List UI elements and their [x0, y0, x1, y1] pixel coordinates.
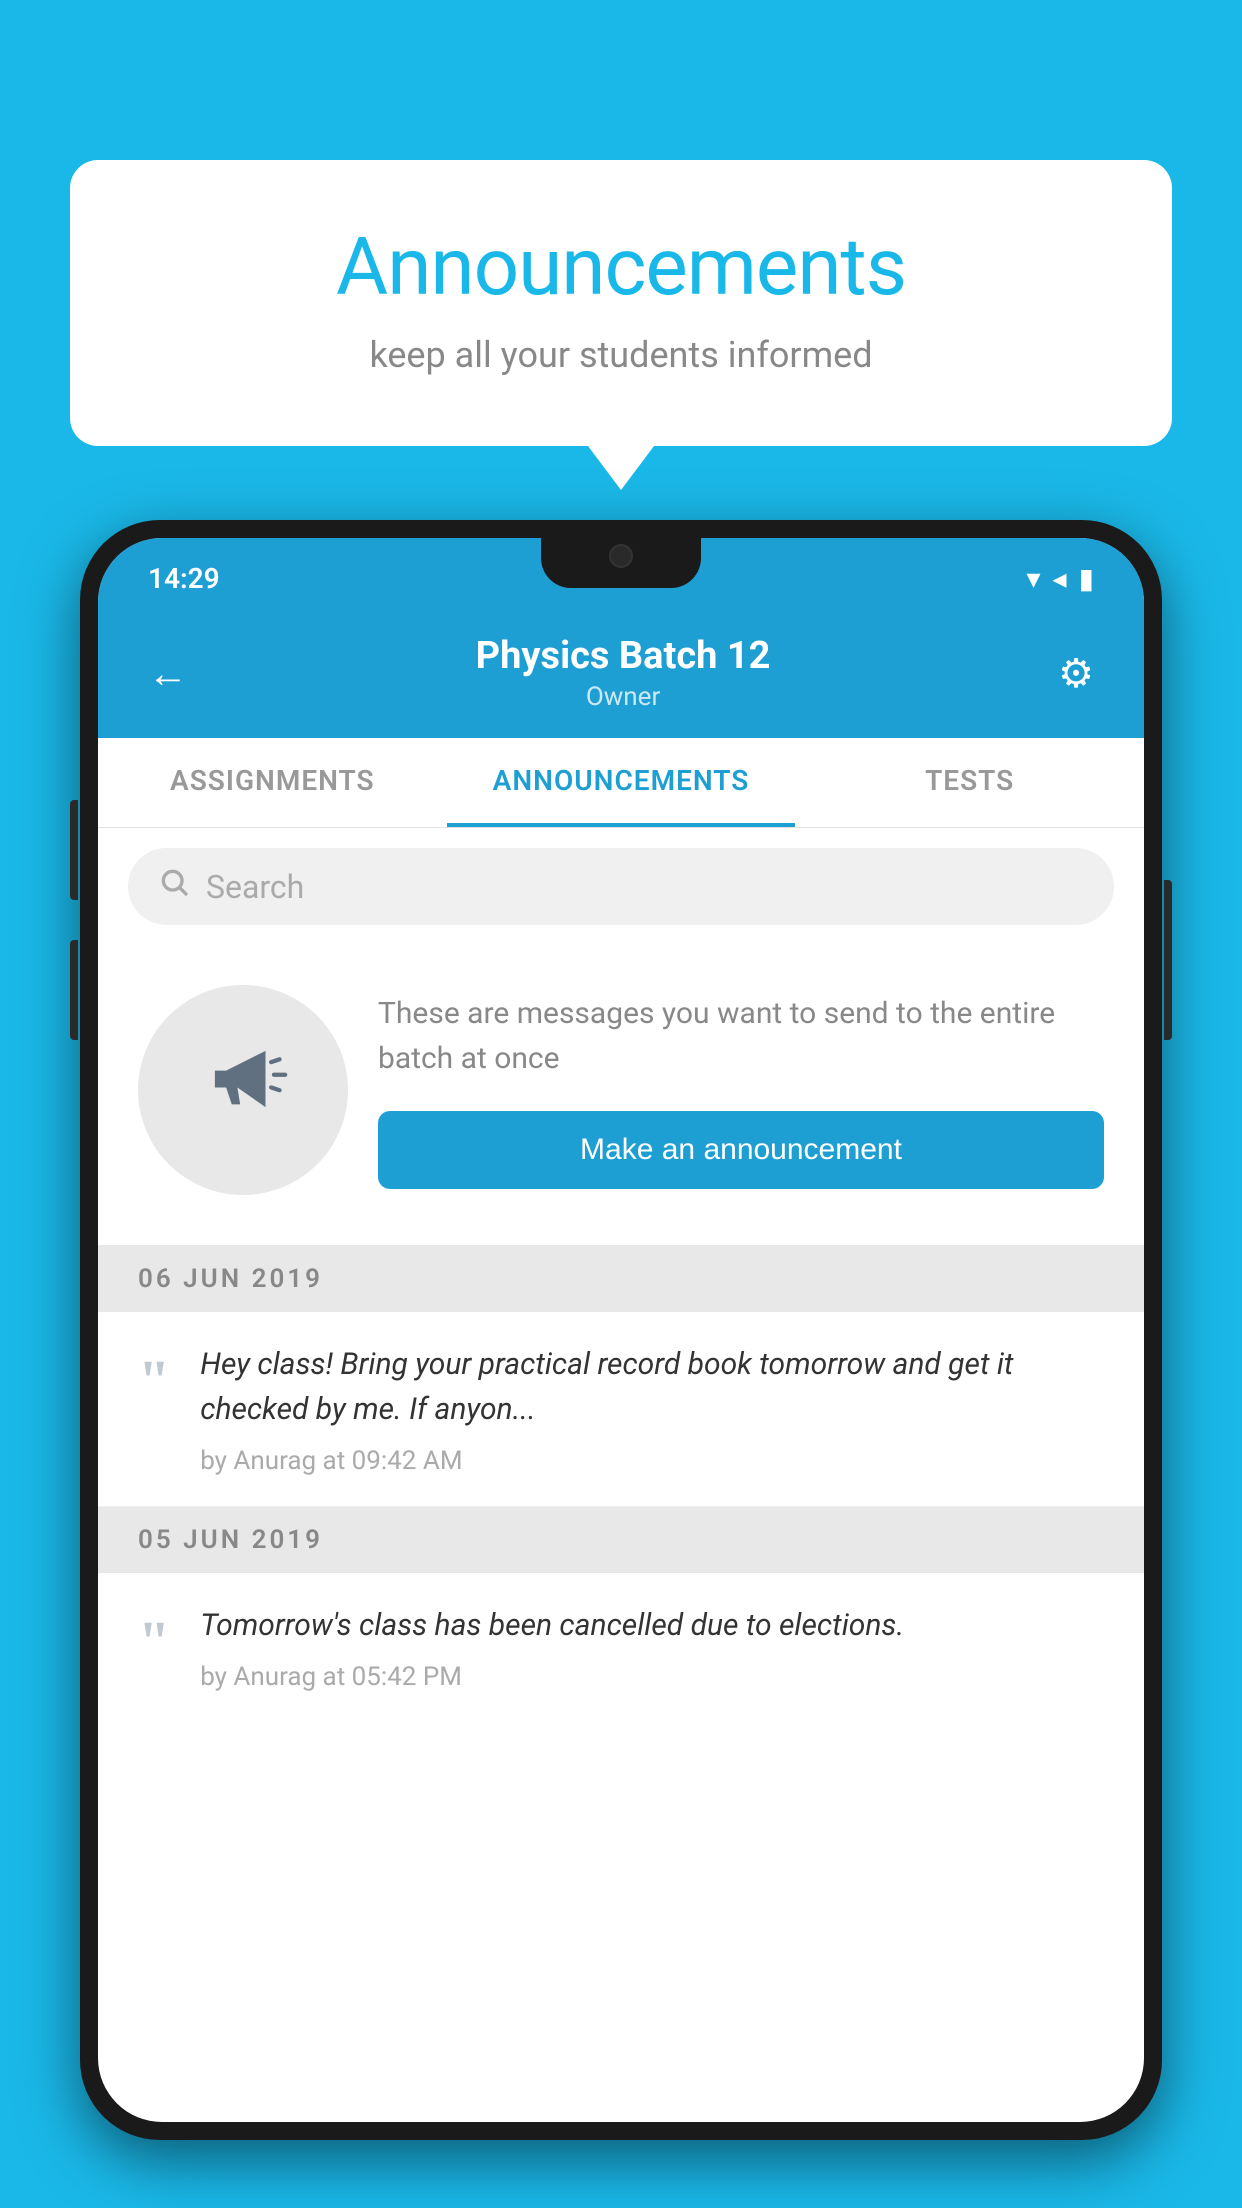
bubble-title: Announcements: [150, 220, 1092, 314]
announcement-meta-2: by Anurag at 05:42 PM: [200, 1662, 1104, 1692]
phone-camera: [609, 544, 633, 568]
phone-screen: 14:29 ▾ ◂ ▮ ← Physics Batch 12 Owner ⚙: [98, 538, 1144, 2122]
speech-bubble-card: Announcements keep all your students inf…: [70, 160, 1172, 446]
quote-icon-2: ": [138, 1613, 170, 1671]
content-area: Search: [98, 828, 1144, 1722]
back-button[interactable]: ←: [138, 640, 198, 707]
status-time: 14:29: [148, 562, 220, 595]
phone-wrapper: 14:29 ▾ ◂ ▮ ← Physics Batch 12 Owner ⚙: [80, 520, 1162, 2208]
promo-card: These are messages you want to send to t…: [98, 945, 1144, 1246]
announcement-item-1[interactable]: " Hey class! Bring your practical record…: [98, 1312, 1144, 1507]
announcement-meta-1: by Anurag at 09:42 AM: [200, 1446, 1104, 1476]
bubble-subtitle: keep all your students informed: [150, 334, 1092, 376]
promo-icon-circle: [138, 985, 348, 1195]
announcement-text-2: Tomorrow's class has been cancelled due …: [200, 1603, 1104, 1648]
header-title: Physics Batch 12: [476, 634, 771, 678]
promo-right: These are messages you want to send to t…: [378, 991, 1104, 1189]
side-button-left-bottom: [70, 940, 78, 1040]
phone-outer: 14:29 ▾ ◂ ▮ ← Physics Batch 12 Owner ⚙: [80, 520, 1162, 2140]
side-button-left-top: [70, 800, 78, 900]
megaphone-icon: [198, 1034, 288, 1146]
announcement-text-1: Hey class! Bring your practical record b…: [200, 1342, 1104, 1432]
date-separator-1: 06 JUN 2019: [98, 1246, 1144, 1312]
header-subtitle: Owner: [476, 682, 771, 712]
status-icons: ▾ ◂ ▮: [1026, 562, 1094, 595]
side-button-right: [1164, 880, 1172, 1040]
search-placeholder: Search: [206, 868, 304, 906]
wifi-icon: ▾: [1026, 562, 1040, 595]
date-separator-2: 05 JUN 2019: [98, 1507, 1144, 1573]
announcement-content-1: Hey class! Bring your practical record b…: [200, 1342, 1104, 1476]
app-header: ← Physics Batch 12 Owner ⚙: [98, 608, 1144, 738]
quote-icon-1: ": [138, 1352, 170, 1410]
speech-bubble-section: Announcements keep all your students inf…: [70, 160, 1172, 446]
tab-announcements[interactable]: ANNOUNCEMENTS: [447, 738, 796, 827]
battery-icon: ▮: [1079, 562, 1094, 595]
tab-assignments[interactable]: ASSIGNMENTS: [98, 738, 447, 827]
make-announcement-button[interactable]: Make an announcement: [378, 1111, 1104, 1189]
announcement-item-2[interactable]: " Tomorrow's class has been cancelled du…: [98, 1573, 1144, 1722]
tabs-bar: ASSIGNMENTS ANNOUNCEMENTS TESTS: [98, 738, 1144, 828]
search-section: Search: [98, 828, 1144, 945]
search-input-wrap[interactable]: Search: [128, 848, 1114, 925]
promo-description: These are messages you want to send to t…: [378, 991, 1104, 1081]
search-icon: [158, 866, 190, 907]
header-center: Physics Batch 12 Owner: [476, 634, 771, 712]
signal-icon: ◂: [1053, 562, 1067, 595]
announcement-content-2: Tomorrow's class has been cancelled due …: [200, 1603, 1104, 1692]
tab-tests[interactable]: TESTS: [795, 738, 1144, 827]
settings-button[interactable]: ⚙: [1048, 640, 1104, 707]
